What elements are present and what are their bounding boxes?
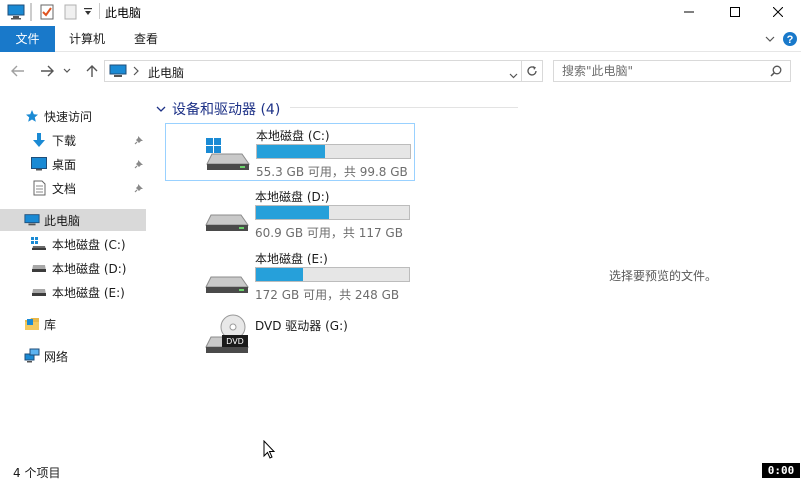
tab-view[interactable]: 查看 <box>122 26 170 52</box>
separator <box>99 3 100 19</box>
sidebar-item-drive-d[interactable]: 本地磁盘 (D:) <box>0 257 146 279</box>
download-icon <box>31 132 47 148</box>
star-icon <box>24 108 40 124</box>
desktop-icon <box>31 156 47 172</box>
library-icon <box>24 316 40 332</box>
group-divider <box>290 107 518 108</box>
help-icon[interactable]: ? <box>782 31 798 47</box>
capacity-fill <box>256 206 330 219</box>
drive-name: 本地磁盘 (E:) <box>255 252 328 266</box>
customize-toolbar-icon[interactable] <box>82 3 94 21</box>
breadcrumb-item[interactable]: 此电脑 <box>148 64 184 81</box>
address-dropdown-icon[interactable] <box>509 68 518 82</box>
drive-item-e[interactable]: 本地磁盘 (E:) 172 GB 可用，共 248 GB <box>165 247 415 305</box>
back-button[interactable] <box>8 61 28 81</box>
address-bar[interactable]: 此电脑 <box>104 60 522 82</box>
capacity-bar <box>256 144 411 159</box>
minimize-button[interactable] <box>666 0 712 24</box>
sidebar-item-libraries[interactable]: 库 <box>0 313 146 335</box>
drive-name: 本地磁盘 (C:) <box>256 129 330 143</box>
window-title: 此电脑 <box>105 6 142 20</box>
group-title: 设备和驱动器 (4) <box>172 102 281 118</box>
dvd-drive-icon: DVD <box>203 313 251 353</box>
item-count: 4 个项目 <box>13 466 61 480</box>
search-icon[interactable] <box>770 65 782 80</box>
mouse-cursor-icon <box>263 439 277 463</box>
capacity-fill <box>257 145 326 158</box>
close-button[interactable] <box>755 0 801 24</box>
navigation-pane: 快速访问 下载 桌面 文档 此电脑 本地磁盘 (C:) 本地磁盘 (D:) 本地… <box>0 98 150 458</box>
capacity-bar <box>255 205 410 220</box>
sidebar-item-desktop[interactable]: 桌面 <box>0 153 146 175</box>
dvd-label: DVD <box>226 337 244 346</box>
computer-icon[interactable] <box>6 3 26 21</box>
properties-icon[interactable] <box>38 3 56 21</box>
recent-locations-icon[interactable] <box>61 61 73 81</box>
drive-item-c[interactable]: 本地磁盘 (C:) 55.3 GB 可用，共 99.8 GB <box>165 123 415 181</box>
drive-space-info: 55.3 GB 可用，共 99.8 GB <box>256 165 408 179</box>
breadcrumb-chevron-icon[interactable] <box>133 65 139 79</box>
sidebar-item-network[interactable]: 网络 <box>0 345 146 367</box>
drive-item-g[interactable]: DVD DVD 驱动器 (G:) <box>165 309 415 367</box>
sidebar-item-quick-access[interactable]: 快速访问 <box>0 105 146 127</box>
network-icon <box>24 348 40 364</box>
sidebar-item-this-pc[interactable]: 此电脑 <box>0 209 146 231</box>
preview-pane: 选择要预览的文件。 <box>525 90 801 460</box>
search-input[interactable] <box>562 63 762 79</box>
pin-icon[interactable] <box>134 182 144 196</box>
svg-text:?: ? <box>787 34 794 46</box>
tab-file[interactable]: 文件 <box>0 26 55 52</box>
pin-icon[interactable] <box>134 134 144 148</box>
forward-button[interactable] <box>37 61 57 81</box>
drive-name: DVD 驱动器 (G:) <box>255 319 348 333</box>
sidebar-item-documents[interactable]: 文档 <box>0 177 146 199</box>
expand-ribbon-icon[interactable] <box>762 31 778 47</box>
preview-message: 选择要预览的文件。 <box>608 269 717 283</box>
computer-icon <box>109 64 127 81</box>
drive-space-info: 172 GB 可用，共 248 GB <box>255 288 400 302</box>
drive-name: 本地磁盘 (D:) <box>255 190 330 204</box>
search-box[interactable] <box>553 60 791 82</box>
up-button[interactable] <box>82 61 102 81</box>
sidebar-item-downloads[interactable]: 下载 <box>0 129 146 151</box>
system-drive-icon <box>204 134 252 174</box>
group-header[interactable]: 设备和驱动器 (4) <box>156 99 280 119</box>
separator <box>30 3 32 21</box>
ribbon: 文件 计算机 查看 ? <box>0 26 801 52</box>
drive-icon <box>203 195 251 235</box>
sidebar-item-drive-c[interactable]: 本地磁盘 (C:) <box>0 233 146 255</box>
clock-overlay: 0:00 <box>762 463 800 478</box>
computer-icon <box>24 212 40 228</box>
content-pane: 设备和驱动器 (4) 本地磁盘 (C:) 55.3 GB 可用，共 99.8 G… <box>150 90 525 460</box>
document-icon <box>31 180 47 196</box>
drive-item-d[interactable]: 本地磁盘 (D:) 60.9 GB 可用，共 117 GB <box>165 185 415 243</box>
chevron-down-icon[interactable] <box>156 102 166 116</box>
title-bar: 此电脑 <box>0 0 801 24</box>
tab-computer[interactable]: 计算机 <box>57 26 117 52</box>
drive-space-info: 60.9 GB 可用，共 117 GB <box>255 226 403 240</box>
capacity-fill <box>256 268 303 281</box>
status-bar: 4 个项目 0:00 <box>0 460 801 480</box>
system-drive-icon <box>31 236 47 252</box>
address-row: 此电脑 <box>0 55 801 87</box>
new-folder-icon[interactable] <box>62 3 78 21</box>
drive-icon <box>203 257 251 297</box>
pin-icon[interactable] <box>134 158 144 172</box>
maximize-button[interactable] <box>712 0 758 24</box>
capacity-bar <box>255 267 410 282</box>
drive-icon <box>31 260 47 276</box>
refresh-button[interactable] <box>522 60 543 82</box>
drive-icon <box>31 284 47 300</box>
sidebar-item-drive-e[interactable]: 本地磁盘 (E:) <box>0 281 146 303</box>
